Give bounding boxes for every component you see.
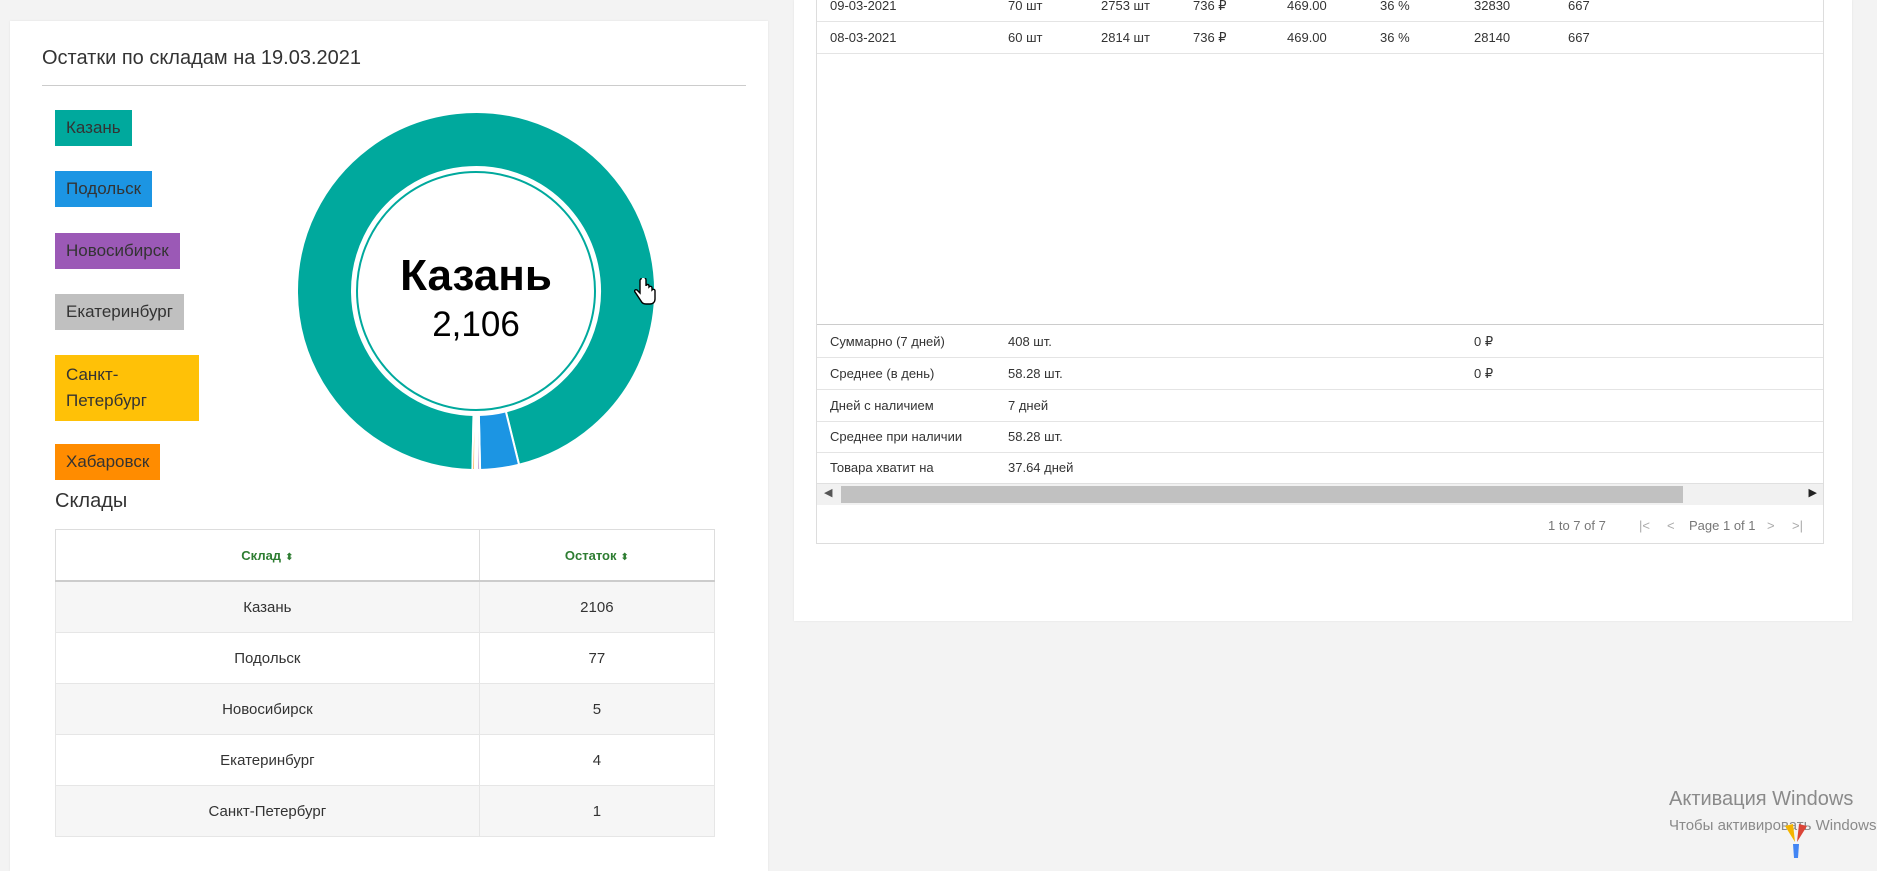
daily-grid: 09-03-2021 70 шт 2753 шт 736 ₽ 469.00 36… bbox=[816, 0, 1824, 544]
legend-item-novosibirsk[interactable]: Новосибирск bbox=[55, 233, 180, 269]
scrollbar-thumb[interactable] bbox=[841, 486, 1683, 503]
card-title: Остатки по складам на 19.03.2021 bbox=[42, 47, 362, 69]
summary-row: Среднее при наличии 58.28 шт. bbox=[817, 421, 1823, 453]
legend-item-ekaterinburg[interactable]: Екатеринбург bbox=[55, 294, 184, 330]
table-row[interactable]: Санкт-Петербург 1 bbox=[55, 785, 716, 837]
stock-cell: 2106 bbox=[478, 580, 716, 633]
column-header-stock[interactable]: Остаток ⬍ bbox=[478, 529, 716, 582]
title-divider bbox=[42, 85, 746, 86]
warehouse-cell: Екатеринбург bbox=[55, 734, 480, 786]
taskbar-app-icon[interactable] bbox=[1781, 820, 1811, 860]
donut-center-value: 2,106 bbox=[432, 305, 520, 344]
stock-cell: 2753 шт bbox=[1101, 0, 1150, 13]
sort-icon: ⬍ bbox=[285, 551, 294, 563]
legend-item-podolsk[interactable]: Подольск bbox=[55, 171, 153, 207]
table-row[interactable]: Екатеринбург 4 bbox=[55, 734, 716, 786]
summary-row: Среднее (в день) 58.28 шт. 0 ₽ bbox=[817, 358, 1823, 390]
stock-cell: 77 bbox=[478, 632, 716, 684]
prev-page-icon[interactable]: < bbox=[1667, 518, 1675, 533]
date-cell: 09-03-2021 bbox=[830, 0, 897, 13]
summary-row: Суммарно (7 дней) 408 шт. 0 ₽ bbox=[817, 326, 1823, 358]
price-cell: 736 ₽ bbox=[1193, 30, 1227, 45]
summary-divider bbox=[817, 324, 1823, 325]
value-cell: 667 bbox=[1568, 0, 1590, 13]
warehouse-cell: Казань bbox=[55, 580, 480, 633]
horizontal-scrollbar[interactable]: ◀ ▶ bbox=[817, 483, 1823, 505]
legend-item-khabarovsk[interactable]: Хабаровск bbox=[55, 444, 161, 480]
summary-row: Дней с наличием 7 дней bbox=[817, 390, 1823, 422]
date-cell: 08-03-2021 bbox=[830, 30, 897, 45]
warehouse-donut-chart[interactable]: Казань 2,106 bbox=[283, 98, 669, 484]
sort-icon: ⬍ bbox=[620, 551, 629, 563]
legend-item-kazan[interactable]: Казань bbox=[55, 110, 132, 146]
stock-cell: 2814 шт bbox=[1101, 30, 1150, 45]
stock-cell: 1 bbox=[478, 785, 716, 837]
scroll-right-icon[interactable]: ▶ bbox=[1809, 486, 1817, 499]
value-cell: 667 bbox=[1568, 30, 1590, 45]
cost-cell: 469.00 bbox=[1287, 30, 1327, 45]
table-row[interactable]: Казань 2106 bbox=[55, 580, 716, 633]
margin-cell: 36 % bbox=[1380, 0, 1410, 13]
donut-slice-6[interactable] bbox=[471, 413, 477, 472]
sales-cell: 70 шт bbox=[1008, 0, 1043, 13]
scroll-left-icon[interactable]: ◀ bbox=[824, 486, 832, 499]
pagination-bar: 1 to 7 of 7 |< < Page 1 of 1 > >| bbox=[817, 505, 1823, 543]
first-page-icon[interactable]: |< bbox=[1639, 518, 1650, 533]
pager-range: 1 to 7 of 7 bbox=[1548, 518, 1606, 533]
table-row[interactable]: 08-03-2021 60 шт 2814 шт 736 ₽ 469.00 36… bbox=[817, 22, 1823, 54]
price-cell: 736 ₽ bbox=[1193, 0, 1227, 13]
warehouse-cell: Подольск bbox=[55, 632, 480, 684]
summary-row: Товара хватит на 37.64 дней bbox=[830, 460, 1074, 475]
sales-cell: 60 шт bbox=[1008, 30, 1043, 45]
next-page-icon[interactable]: > bbox=[1767, 518, 1775, 533]
revenue-cell: 28140 bbox=[1474, 30, 1511, 45]
legend-item-spb[interactable]: Санкт-Петербург bbox=[55, 355, 199, 421]
hand-cursor-icon bbox=[634, 278, 656, 305]
stock-cell: 4 bbox=[478, 734, 716, 786]
warehouse-cell: Санкт-Петербург bbox=[55, 785, 480, 837]
stock-cell: 5 bbox=[478, 683, 716, 735]
margin-cell: 36 % bbox=[1380, 30, 1410, 45]
table-row[interactable]: Новосибирск 5 bbox=[55, 683, 716, 735]
table-row[interactable]: Подольск 77 bbox=[55, 632, 716, 684]
daily-stats-card: 09-03-2021 70 шт 2753 шт 736 ₽ 469.00 36… bbox=[794, 0, 1852, 621]
revenue-cell: 32830 bbox=[1474, 0, 1511, 13]
donut-center-label: Казань bbox=[400, 251, 552, 300]
column-header-warehouse[interactable]: Склад ⬍ bbox=[55, 529, 480, 582]
warehouse-cell: Новосибирск bbox=[55, 683, 480, 735]
table-row[interactable]: 09-03-2021 70 шт 2753 шт 736 ₽ 469.00 36… bbox=[817, 0, 1823, 22]
last-page-icon[interactable]: >| bbox=[1792, 518, 1803, 533]
warehouses-table: Склад ⬍ Остаток ⬍ Казань 2106 Подольск 77 … bbox=[55, 529, 716, 837]
cost-cell: 469.00 bbox=[1287, 0, 1327, 13]
windows-activation-watermark: Активация Windows Чтобы активировать Win… bbox=[1669, 788, 1877, 834]
pager-page: Page 1 of 1 bbox=[1689, 518, 1756, 533]
warehouses-section-title: Склады bbox=[55, 490, 128, 512]
